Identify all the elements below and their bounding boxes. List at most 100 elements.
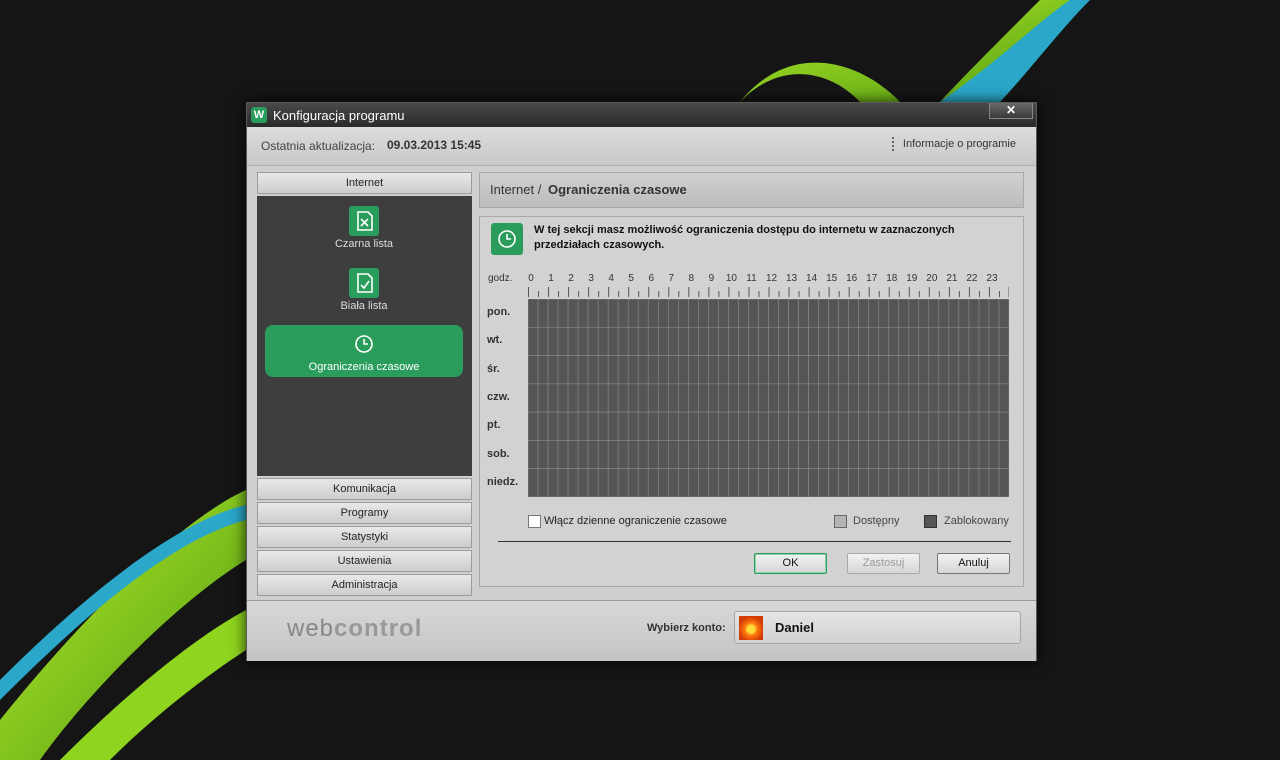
schedule-cell[interactable]	[667, 468, 679, 497]
schedule-cell[interactable]	[868, 411, 880, 441]
schedule-cell[interactable]	[988, 326, 1000, 356]
schedule-cell[interactable]	[798, 383, 809, 413]
schedule-cell[interactable]	[888, 440, 900, 470]
schedule-cell[interactable]	[577, 468, 589, 497]
schedule-cell[interactable]	[528, 326, 539, 356]
account-selector[interactable]: Daniel	[734, 611, 1021, 644]
schedule-cell[interactable]	[607, 326, 619, 356]
schedule-cell[interactable]	[808, 299, 819, 328]
sidebar-category-statystyki[interactable]: Statystyki	[257, 526, 472, 548]
schedule-cell[interactable]	[778, 326, 789, 356]
schedule-cell[interactable]	[788, 440, 799, 470]
schedule-cell[interactable]	[858, 411, 870, 441]
schedule-cell[interactable]	[828, 355, 839, 385]
schedule-cell[interactable]	[607, 411, 619, 441]
schedule-cell[interactable]	[818, 468, 829, 497]
schedule-cell[interactable]	[928, 355, 940, 385]
schedule-cell[interactable]	[758, 326, 769, 356]
schedule-cell[interactable]	[567, 299, 579, 328]
schedule-cell[interactable]	[627, 326, 639, 356]
schedule-cell[interactable]	[938, 326, 950, 356]
schedule-cell[interactable]	[798, 299, 809, 328]
schedule-cell[interactable]	[988, 411, 1000, 441]
schedule-cell[interactable]	[657, 326, 669, 356]
schedule-cell[interactable]	[637, 411, 649, 441]
schedule-cell[interactable]	[888, 326, 900, 356]
schedule-cell[interactable]	[758, 299, 769, 328]
schedule-cell[interactable]	[617, 355, 629, 385]
schedule-cell[interactable]	[818, 326, 829, 356]
schedule-grid[interactable]	[528, 299, 1009, 497]
schedule-cell[interactable]	[678, 411, 689, 441]
schedule-cell[interactable]	[868, 299, 880, 328]
schedule-cell[interactable]	[627, 411, 639, 441]
schedule-cell[interactable]	[587, 299, 599, 328]
schedule-cell[interactable]	[718, 468, 729, 497]
sidebar-category-komunikacja[interactable]: Komunikacja	[257, 478, 472, 500]
schedule-cell[interactable]	[748, 468, 759, 497]
schedule-cell[interactable]	[878, 411, 890, 441]
schedule-cell[interactable]	[667, 440, 679, 470]
schedule-cell[interactable]	[938, 411, 950, 441]
schedule-cell[interactable]	[818, 355, 829, 385]
schedule-cell[interactable]	[678, 383, 689, 413]
sidebar-category-internet[interactable]: Internet	[257, 172, 472, 194]
schedule-cell[interactable]	[798, 468, 809, 497]
schedule-cell[interactable]	[617, 299, 629, 328]
schedule-cell[interactable]	[738, 411, 749, 441]
schedule-cell[interactable]	[838, 299, 849, 328]
schedule-cell[interactable]	[778, 383, 789, 413]
schedule-cell[interactable]	[818, 411, 829, 441]
schedule-cell[interactable]	[718, 440, 729, 470]
schedule-cell[interactable]	[637, 440, 649, 470]
ok-button[interactable]: OK	[754, 553, 827, 574]
schedule-cell[interactable]	[908, 440, 920, 470]
schedule-cell[interactable]	[567, 383, 579, 413]
schedule-cell[interactable]	[577, 383, 589, 413]
schedule-cell[interactable]	[968, 383, 980, 413]
schedule-cell[interactable]	[718, 383, 729, 413]
schedule-cell[interactable]	[728, 440, 739, 470]
schedule-cell[interactable]	[958, 299, 970, 328]
schedule-cell[interactable]	[698, 383, 709, 413]
schedule-cell[interactable]	[928, 440, 940, 470]
schedule-cell[interactable]	[878, 355, 890, 385]
schedule-cell[interactable]	[748, 326, 759, 356]
schedule-cell[interactable]	[918, 299, 930, 328]
schedule-cell[interactable]	[667, 299, 679, 328]
schedule-cell[interactable]	[878, 383, 890, 413]
schedule-cell[interactable]	[848, 355, 859, 385]
schedule-cell[interactable]	[758, 355, 769, 385]
schedule-cell[interactable]	[528, 411, 539, 441]
schedule-cell[interactable]	[818, 383, 829, 413]
schedule-cell[interactable]	[667, 411, 679, 441]
schedule-cell[interactable]	[848, 468, 859, 497]
schedule-cell[interactable]	[637, 355, 649, 385]
schedule-cell[interactable]	[688, 440, 699, 470]
schedule-cell[interactable]	[988, 440, 1000, 470]
schedule-cell[interactable]	[547, 468, 559, 497]
schedule-cell[interactable]	[597, 440, 609, 470]
schedule-cell[interactable]	[998, 440, 1009, 470]
schedule-cell[interactable]	[898, 299, 910, 328]
sidebar-item-whitelist[interactable]: Biała lista	[265, 264, 463, 316]
schedule-cell[interactable]	[988, 383, 1000, 413]
schedule-cell[interactable]	[657, 440, 669, 470]
close-button[interactable]: ✕	[989, 103, 1033, 119]
schedule-cell[interactable]	[788, 355, 799, 385]
schedule-cell[interactable]	[798, 326, 809, 356]
daily-limit-label[interactable]: Włącz dzienne ograniczenie czasowe	[544, 515, 727, 527]
schedule-cell[interactable]	[698, 326, 709, 356]
schedule-cell[interactable]	[637, 383, 649, 413]
schedule-cell[interactable]	[547, 411, 559, 441]
schedule-cell[interactable]	[678, 468, 689, 497]
schedule-cell[interactable]	[928, 411, 940, 441]
schedule-cell[interactable]	[728, 411, 739, 441]
schedule-cell[interactable]	[627, 355, 639, 385]
schedule-cell[interactable]	[647, 326, 659, 356]
schedule-cell[interactable]	[557, 355, 569, 385]
schedule-cell[interactable]	[738, 355, 749, 385]
schedule-cell[interactable]	[647, 383, 659, 413]
schedule-cell[interactable]	[647, 468, 659, 497]
schedule-cell[interactable]	[547, 355, 559, 385]
